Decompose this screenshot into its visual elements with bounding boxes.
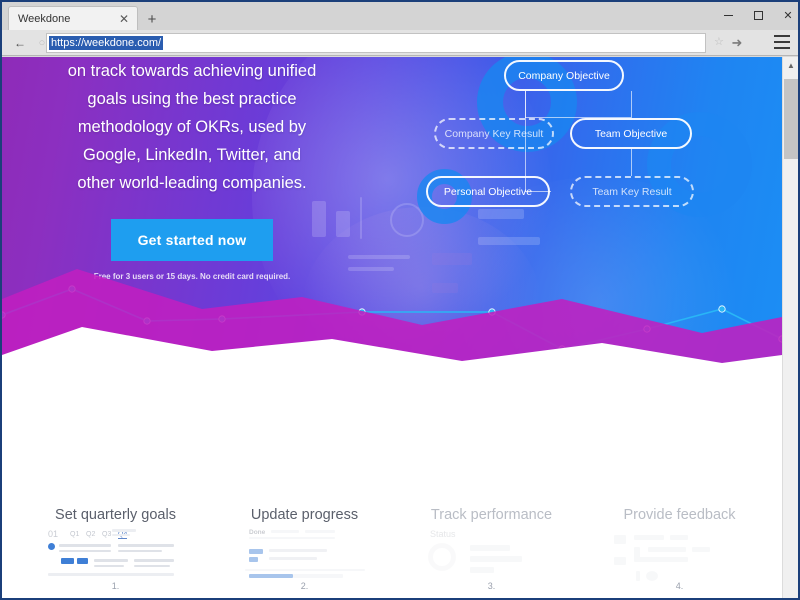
status-label: Status: [430, 529, 456, 539]
done-label: Done: [249, 529, 266, 536]
feature-track-performance: Status Track performance 3.: [394, 507, 589, 591]
feature-illustration: 01 Q1 Q2 Q3 Q4 KR: [46, 529, 186, 581]
minimize-icon[interactable]: [714, 4, 742, 26]
feature-title: Set quarterly goals: [55, 507, 176, 523]
browser-tab-weekdone[interactable]: Weekdone ✕: [8, 6, 138, 30]
page-viewport: on track towards achieving unified goals…: [2, 57, 798, 598]
feature-set-quarterly-goals: 01 Q1 Q2 Q3 Q4 KR: [18, 507, 213, 591]
star-icon[interactable]: ☆: [714, 35, 724, 48]
tab-title: Weekdone: [18, 12, 71, 25]
plus-icon[interactable]: +: [144, 11, 160, 27]
features-section: 01 Q1 Q2 Q3 Q4 KR: [2, 367, 782, 597]
feature-update-progress: Done Update progress 2.: [207, 507, 402, 591]
tab-strip: Weekdone ✕ + ✕: [2, 2, 798, 30]
feature-number: 2.: [300, 581, 309, 591]
quarter-tab: Q3: [102, 531, 112, 538]
feature-number: 1.: [111, 581, 120, 591]
close-icon[interactable]: ✕: [774, 4, 798, 26]
hero-wave-decoration: [2, 269, 782, 367]
donut-chart-icon: [428, 543, 456, 571]
feature-illustration: [610, 529, 750, 581]
hamburger-menu-icon[interactable]: [774, 35, 790, 49]
feature-provide-feedback: Provide feedback 4.: [582, 507, 777, 591]
arrow-left-icon[interactable]: ←: [10, 34, 30, 52]
maximize-icon[interactable]: [744, 4, 772, 26]
quarter-tab: Q2: [86, 531, 96, 538]
quarter-tab: Q1: [70, 531, 80, 538]
scrollbar-thumb[interactable]: [784, 79, 798, 159]
caret-up-icon[interactable]: ▲: [783, 57, 798, 73]
arrow-right-circle-icon[interactable]: ➜: [728, 34, 746, 52]
close-icon[interactable]: ✕: [116, 11, 132, 27]
hero-section: on track towards achieving unified goals…: [2, 57, 782, 367]
feature-illustration: Status: [422, 529, 562, 581]
feature-title: Update progress: [250, 507, 359, 523]
navigation-bar: ← ○ https://weekdone.com/ ☆ ➜: [2, 30, 798, 56]
kr-badge: KR: [62, 558, 72, 565]
feature-title: Track performance: [430, 507, 553, 523]
feature-title: Provide feedback: [623, 507, 736, 523]
address-bar[interactable]: https://weekdone.com/: [46, 33, 706, 53]
url-text: https://weekdone.com/: [49, 36, 164, 50]
feature-number: 4.: [675, 581, 684, 591]
browser-window: Weekdone ✕ + ✕ ← ○ https://weekdone.com/…: [0, 0, 800, 600]
page-scrollbar[interactable]: ▲: [782, 57, 798, 598]
feature-number: 3.: [487, 581, 496, 591]
feature-illustration: Done: [235, 529, 375, 581]
